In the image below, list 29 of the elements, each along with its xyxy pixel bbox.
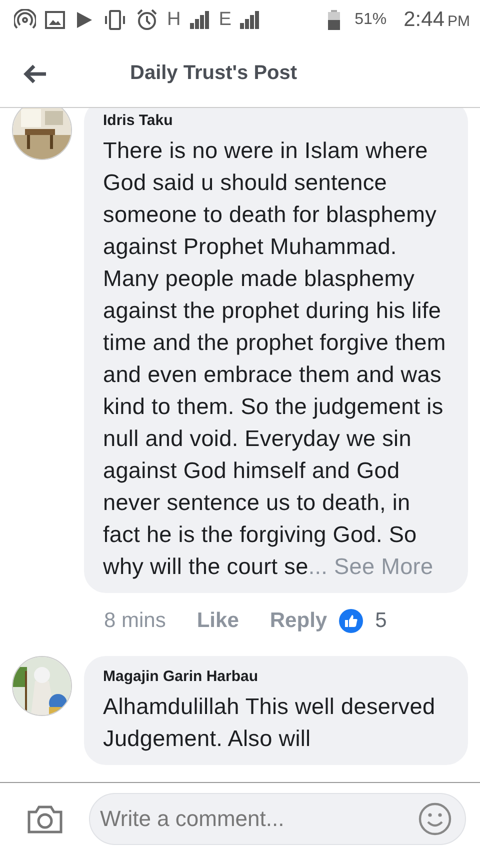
- see-more-link[interactable]: ... See More: [308, 554, 434, 579]
- avatar[interactable]: [12, 108, 72, 160]
- battery-percent: 51%: [354, 11, 387, 29]
- signal-icon: [240, 11, 260, 29]
- comment-author[interactable]: Idris Taku: [103, 112, 448, 129]
- signal-icon: [190, 11, 210, 29]
- comment-text: There is no were in Islam where God said u should sentence someone to death for blasphemy against Prophet Muhammad. Many people made blasphemy against the prophet during his life time and the prophet forgive them and even embrace them and was kind to them. So the judgement is null and void. Everyday we sin against God himself and God never sentence us to death, in fact he is the forgiving God. So why will the court se... See More: [103, 137, 447, 581]
- comment-text: Alhamdulillah This well deserved Judgement. Also will: [103, 693, 436, 753]
- emoji-icon[interactable]: [418, 802, 452, 836]
- reply-link[interactable]: Reply: [270, 609, 328, 633]
- clock-period: PM: [448, 13, 470, 30]
- play-store-icon: [74, 10, 94, 30]
- hotspot-icon: [14, 9, 36, 31]
- comment-time: 8 mins: [104, 609, 166, 633]
- vibrate-icon: [103, 10, 127, 30]
- network-type: E: [218, 9, 232, 31]
- image-icon: [45, 11, 65, 29]
- reaction-count: 5: [375, 609, 387, 633]
- camera-icon[interactable]: [27, 804, 63, 834]
- network-type: H: [167, 9, 181, 31]
- like-link[interactable]: Like: [196, 609, 239, 633]
- back-arrow-icon[interactable]: [22, 64, 48, 84]
- alarm-icon: [136, 9, 158, 31]
- comment-author[interactable]: Magajin Garin Harbau: [103, 668, 448, 685]
- battery-icon: [328, 10, 340, 30]
- clock-time: 2:44: [404, 8, 444, 32]
- comment-field[interactable]: Write a comment...: [89, 792, 466, 844]
- thumbs-up-icon[interactable]: [339, 609, 364, 633]
- page-title: Daily Trust's Post: [130, 62, 298, 85]
